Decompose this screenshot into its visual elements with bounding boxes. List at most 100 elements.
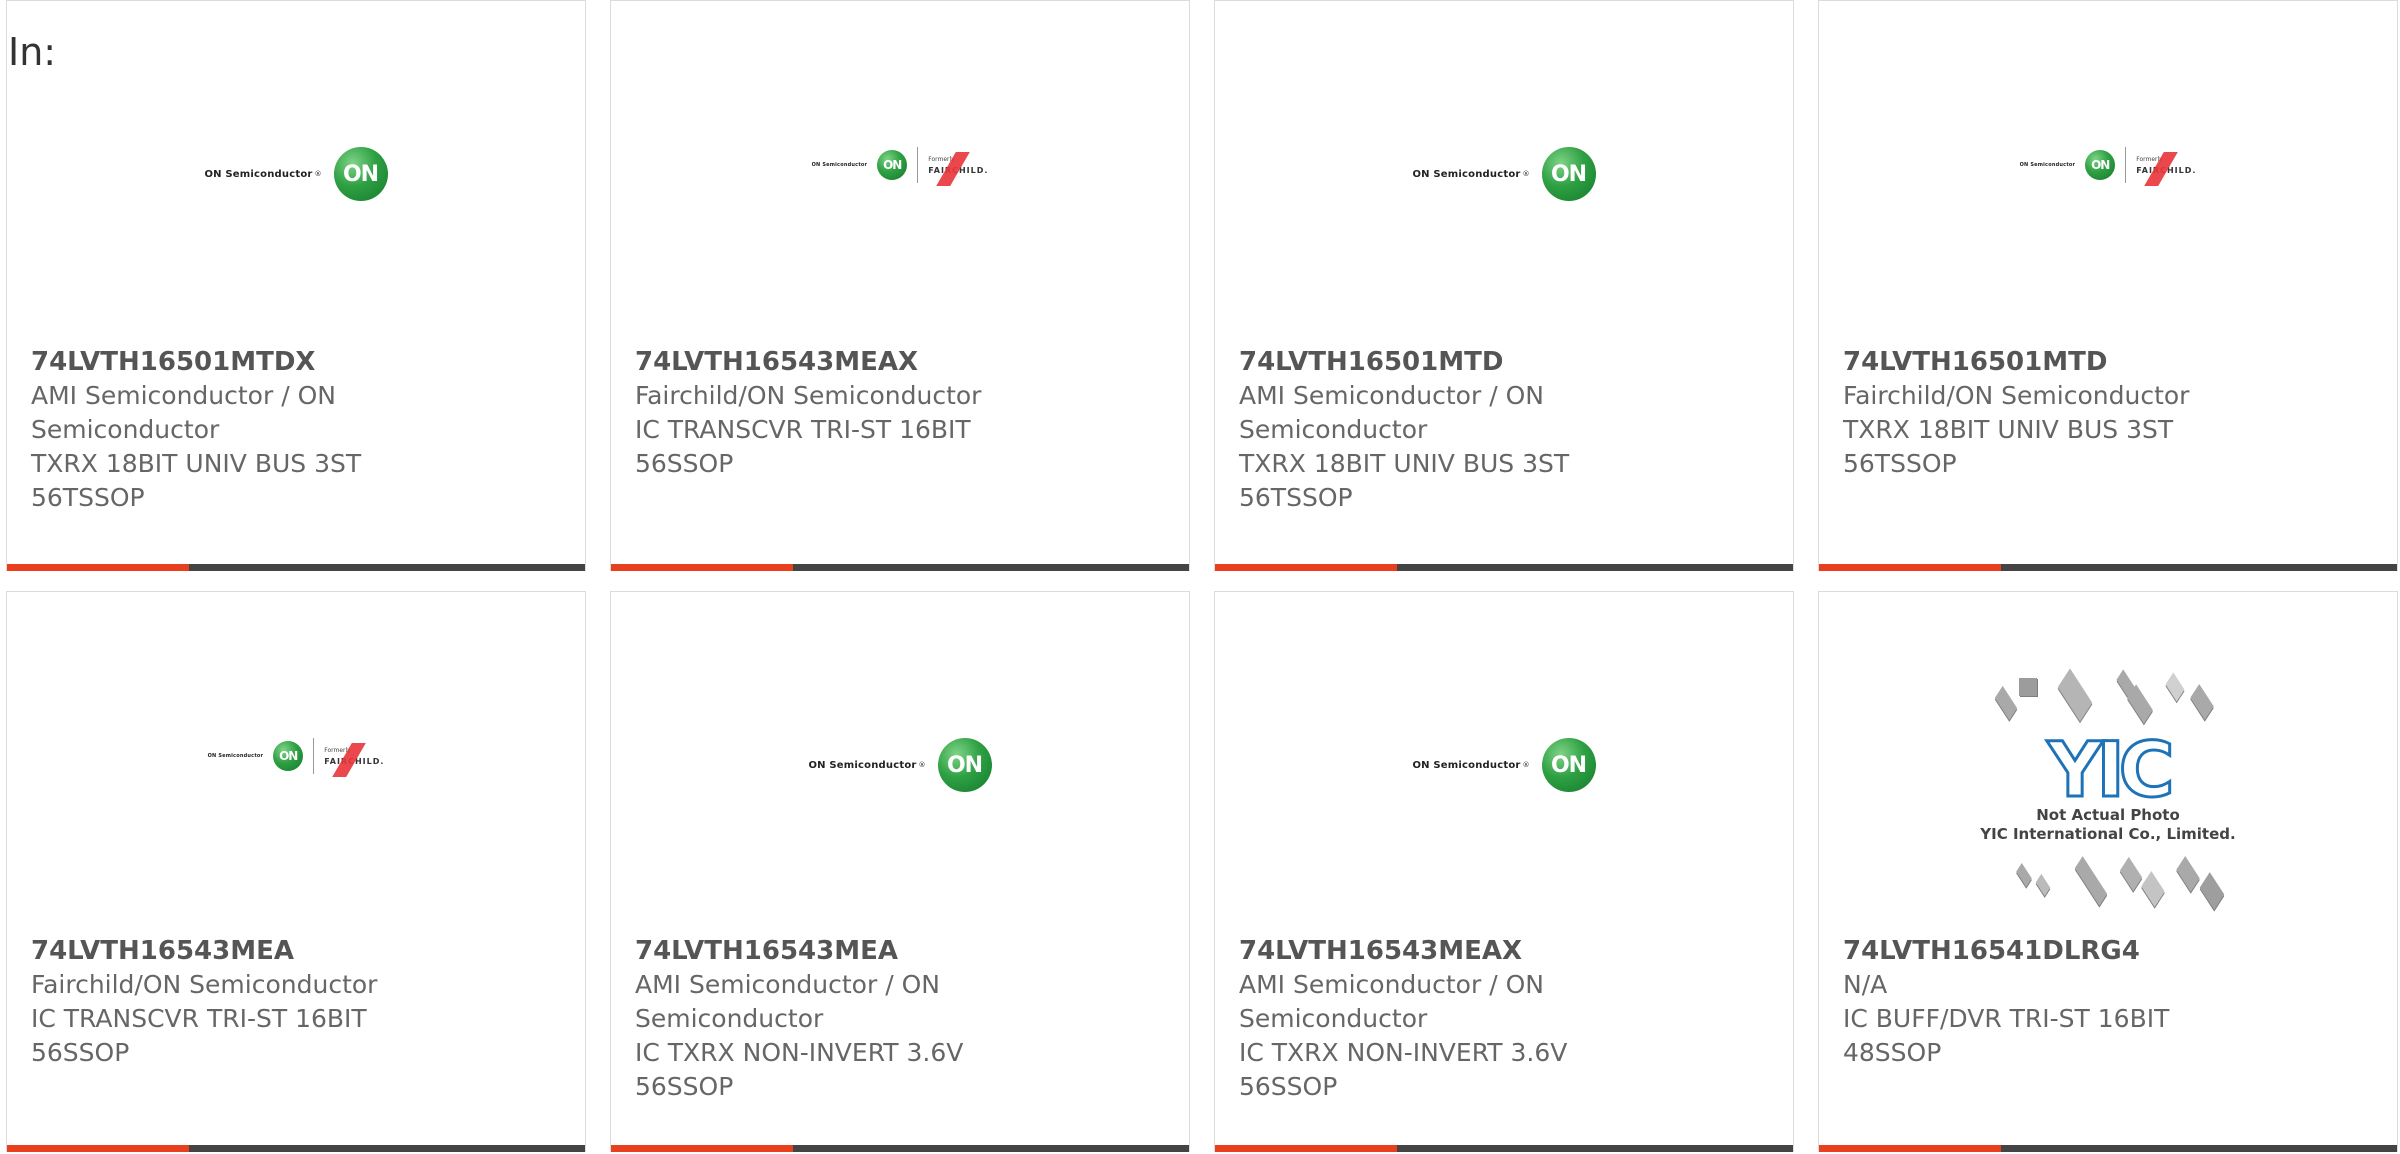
product-image: ON Semiconductor ® ON [7, 91, 585, 251]
part-number[interactable]: 74LVTH16543MEA [31, 934, 571, 968]
fairchild-brand: Formerly FAIRCHILD. [928, 151, 988, 186]
card-bottom-bar [611, 1145, 1189, 1152]
manufacturer: AMI Semiconductor / ON [1239, 381, 1544, 410]
card-bottom-bar [7, 1145, 585, 1152]
package: 56SSOP [635, 1072, 734, 1101]
product-image: ON Semiconductor ® ON [1215, 682, 1793, 842]
product-card[interactable]: YIC Not Actual Photo YIC International C… [1818, 591, 2398, 1152]
product-card[interactable]: ON Semiconductor ON Formerly FAIRCHILD. … [1818, 0, 2398, 571]
on-badge-icon: ON [877, 150, 908, 180]
description: TXRX 18BIT UNIV BUS 3ST [31, 449, 362, 478]
package: 56SSOP [31, 1038, 130, 1067]
part-number[interactable]: 74LVTH16543MEAX [635, 345, 1175, 379]
product-image: YIC Not Actual Photo YIC International C… [1819, 668, 2397, 914]
description: IC TRANSCVR TRI-ST 16BIT [31, 1004, 367, 1033]
product-image: ON Semiconductor ON Formerly FAIRCHILD. [611, 91, 1189, 251]
manufacturer-cont: Semiconductor [1239, 415, 1428, 444]
part-number[interactable]: 74LVTH16541DLRG4 [1843, 934, 2383, 968]
chip-icon [2190, 683, 2214, 721]
card-accent-bar [611, 564, 793, 571]
chip-icon [2127, 684, 2153, 724]
product-info: 74LVTH16501MTD AMI Semiconductor / ON Se… [1239, 345, 1779, 515]
card-accent-bar [7, 1145, 189, 1152]
fairchild-brand: Formerly FAIRCHILD. [324, 742, 384, 777]
product-image: ON Semiconductor ON Formerly FAIRCHILD. [7, 682, 585, 842]
on-semiconductor-logo: ON Semiconductor ® ON [204, 147, 388, 201]
product-info: 74LVTH16501MTDX AMI Semiconductor / ON S… [31, 345, 571, 515]
manufacturer: Fairchild/ON Semiconductor [635, 381, 982, 410]
manufacturer-cont: Semiconductor [31, 415, 220, 444]
card-bottom-bar [1215, 564, 1793, 571]
product-card[interactable]: ON Semiconductor ® ON 74LVTH16543MEA AMI … [610, 591, 1190, 1152]
fairchild-on-logo: ON Semiconductor ON Formerly FAIRCHILD. [208, 738, 385, 777]
card-bottom-bar [1819, 1145, 2397, 1152]
logo-divider [2125, 147, 2127, 183]
package: 56TSSOP [1239, 483, 1353, 512]
part-number[interactable]: 74LVTH16543MEA [635, 934, 1175, 968]
chip-icon [2074, 856, 2108, 906]
manufacturer-cont: Semiconductor [635, 1004, 824, 1033]
product-info: 74LVTH16541DLRG4 N/A IC BUFF/DVR TRI-ST … [1843, 934, 2383, 1070]
manufacturer: AMI Semiconductor / ON [1239, 970, 1544, 999]
yic-watermark: YIC Not Actual Photo YIC International C… [1980, 730, 2236, 844]
card-bottom-bar [1215, 1145, 1793, 1152]
product-info: 74LVTH16501MTD Fairchild/ON Semiconducto… [1843, 345, 2383, 481]
part-number[interactable]: 74LVTH16543MEAX [1239, 934, 1779, 968]
on-badge-icon: ON [937, 738, 992, 792]
description: TXRX 18BIT UNIV BUS 3ST [1239, 449, 1570, 478]
chip-icon [2057, 668, 2093, 722]
product-image: ON Semiconductor ® ON [611, 682, 1189, 842]
chip-icon [2019, 678, 2037, 696]
card-accent-bar [1215, 1145, 1397, 1152]
package: 56TSSOP [31, 483, 145, 512]
manufacturer: AMI Semiconductor / ON [31, 381, 336, 410]
card-bottom-bar [1819, 564, 2397, 571]
in-label: In: [8, 30, 57, 74]
description: IC TRANSCVR TRI-ST 16BIT [635, 415, 971, 444]
card-accent-bar [1819, 1145, 2001, 1152]
product-info: 74LVTH16543MEA Fairchild/ON Semiconducto… [31, 934, 571, 1070]
fairchild-on-logo: ON Semiconductor ON Formerly FAIRCHILD. [812, 147, 989, 186]
part-number[interactable]: 74LVTH16501MTD [1239, 345, 1779, 379]
logo-divider [313, 738, 315, 774]
product-image: ON Semiconductor ON Formerly FAIRCHILD. [1819, 91, 2397, 251]
on-semiconductor-logo: ON Semiconductor ® ON [808, 738, 992, 792]
on-semiconductor-logo: ON Semiconductor ® ON [1412, 147, 1596, 201]
package: 56SSOP [635, 449, 734, 478]
description: IC TXRX NON-INVERT 3.6V [1239, 1038, 1568, 1067]
card-accent-bar [1819, 564, 2001, 571]
yic-company-note: YIC International Co., Limited. [1980, 825, 2236, 843]
package: 56SSOP [1239, 1072, 1338, 1101]
manufacturer-cont: Semiconductor [1239, 1004, 1428, 1033]
product-card[interactable]: ON Semiconductor ® ON 74LVTH16543MEAX AMI… [1214, 591, 1794, 1152]
part-number[interactable]: 74LVTH16501MTDX [31, 345, 571, 379]
card-bottom-bar [7, 564, 585, 571]
chip-icon [2016, 862, 2032, 888]
on-badge-icon: ON [2085, 150, 2116, 180]
card-accent-bar [1215, 564, 1397, 571]
card-accent-bar [611, 1145, 793, 1152]
on-badge-icon: ON [1541, 738, 1596, 792]
product-card[interactable]: ON Semiconductor ® ON 74LVTH16501MTD AMI … [1214, 0, 1794, 571]
chip-icon [2035, 873, 2051, 897]
fairchild-on-logo: ON Semiconductor ON Formerly FAIRCHILD. [2020, 147, 2197, 186]
logo-divider [917, 147, 919, 183]
manufacturer: Fairchild/ON Semiconductor [1843, 381, 2190, 410]
package: 48SSOP [1843, 1038, 1942, 1067]
chip-icon [2176, 855, 2200, 893]
manufacturer: Fairchild/ON Semiconductor [31, 970, 378, 999]
manufacturer: N/A [1843, 970, 1888, 999]
product-card[interactable]: ON Semiconductor ON Formerly FAIRCHILD. … [610, 0, 1190, 571]
part-number[interactable]: 74LVTH16501MTD [1843, 345, 2383, 379]
fairchild-brand: Formerly FAIRCHILD. [2136, 151, 2196, 186]
description: TXRX 18BIT UNIV BUS 3ST [1843, 415, 2174, 444]
on-semiconductor-logo: ON Semiconductor ® ON [1412, 738, 1596, 792]
product-card[interactable]: ON Semiconductor ® ON 74LVTH16501MTDX AMI… [6, 0, 586, 571]
product-image: ON Semiconductor ® ON [1215, 91, 1793, 251]
product-info: 74LVTH16543MEA AMI Semiconductor / ON Se… [635, 934, 1175, 1104]
on-badge-icon: ON [273, 741, 304, 771]
description: IC BUFF/DVR TRI-ST 16BIT [1843, 1004, 2170, 1033]
manufacturer: AMI Semiconductor / ON [635, 970, 940, 999]
on-badge-icon: ON [1541, 147, 1596, 201]
product-card[interactable]: ON Semiconductor ON Formerly FAIRCHILD. … [6, 591, 586, 1152]
